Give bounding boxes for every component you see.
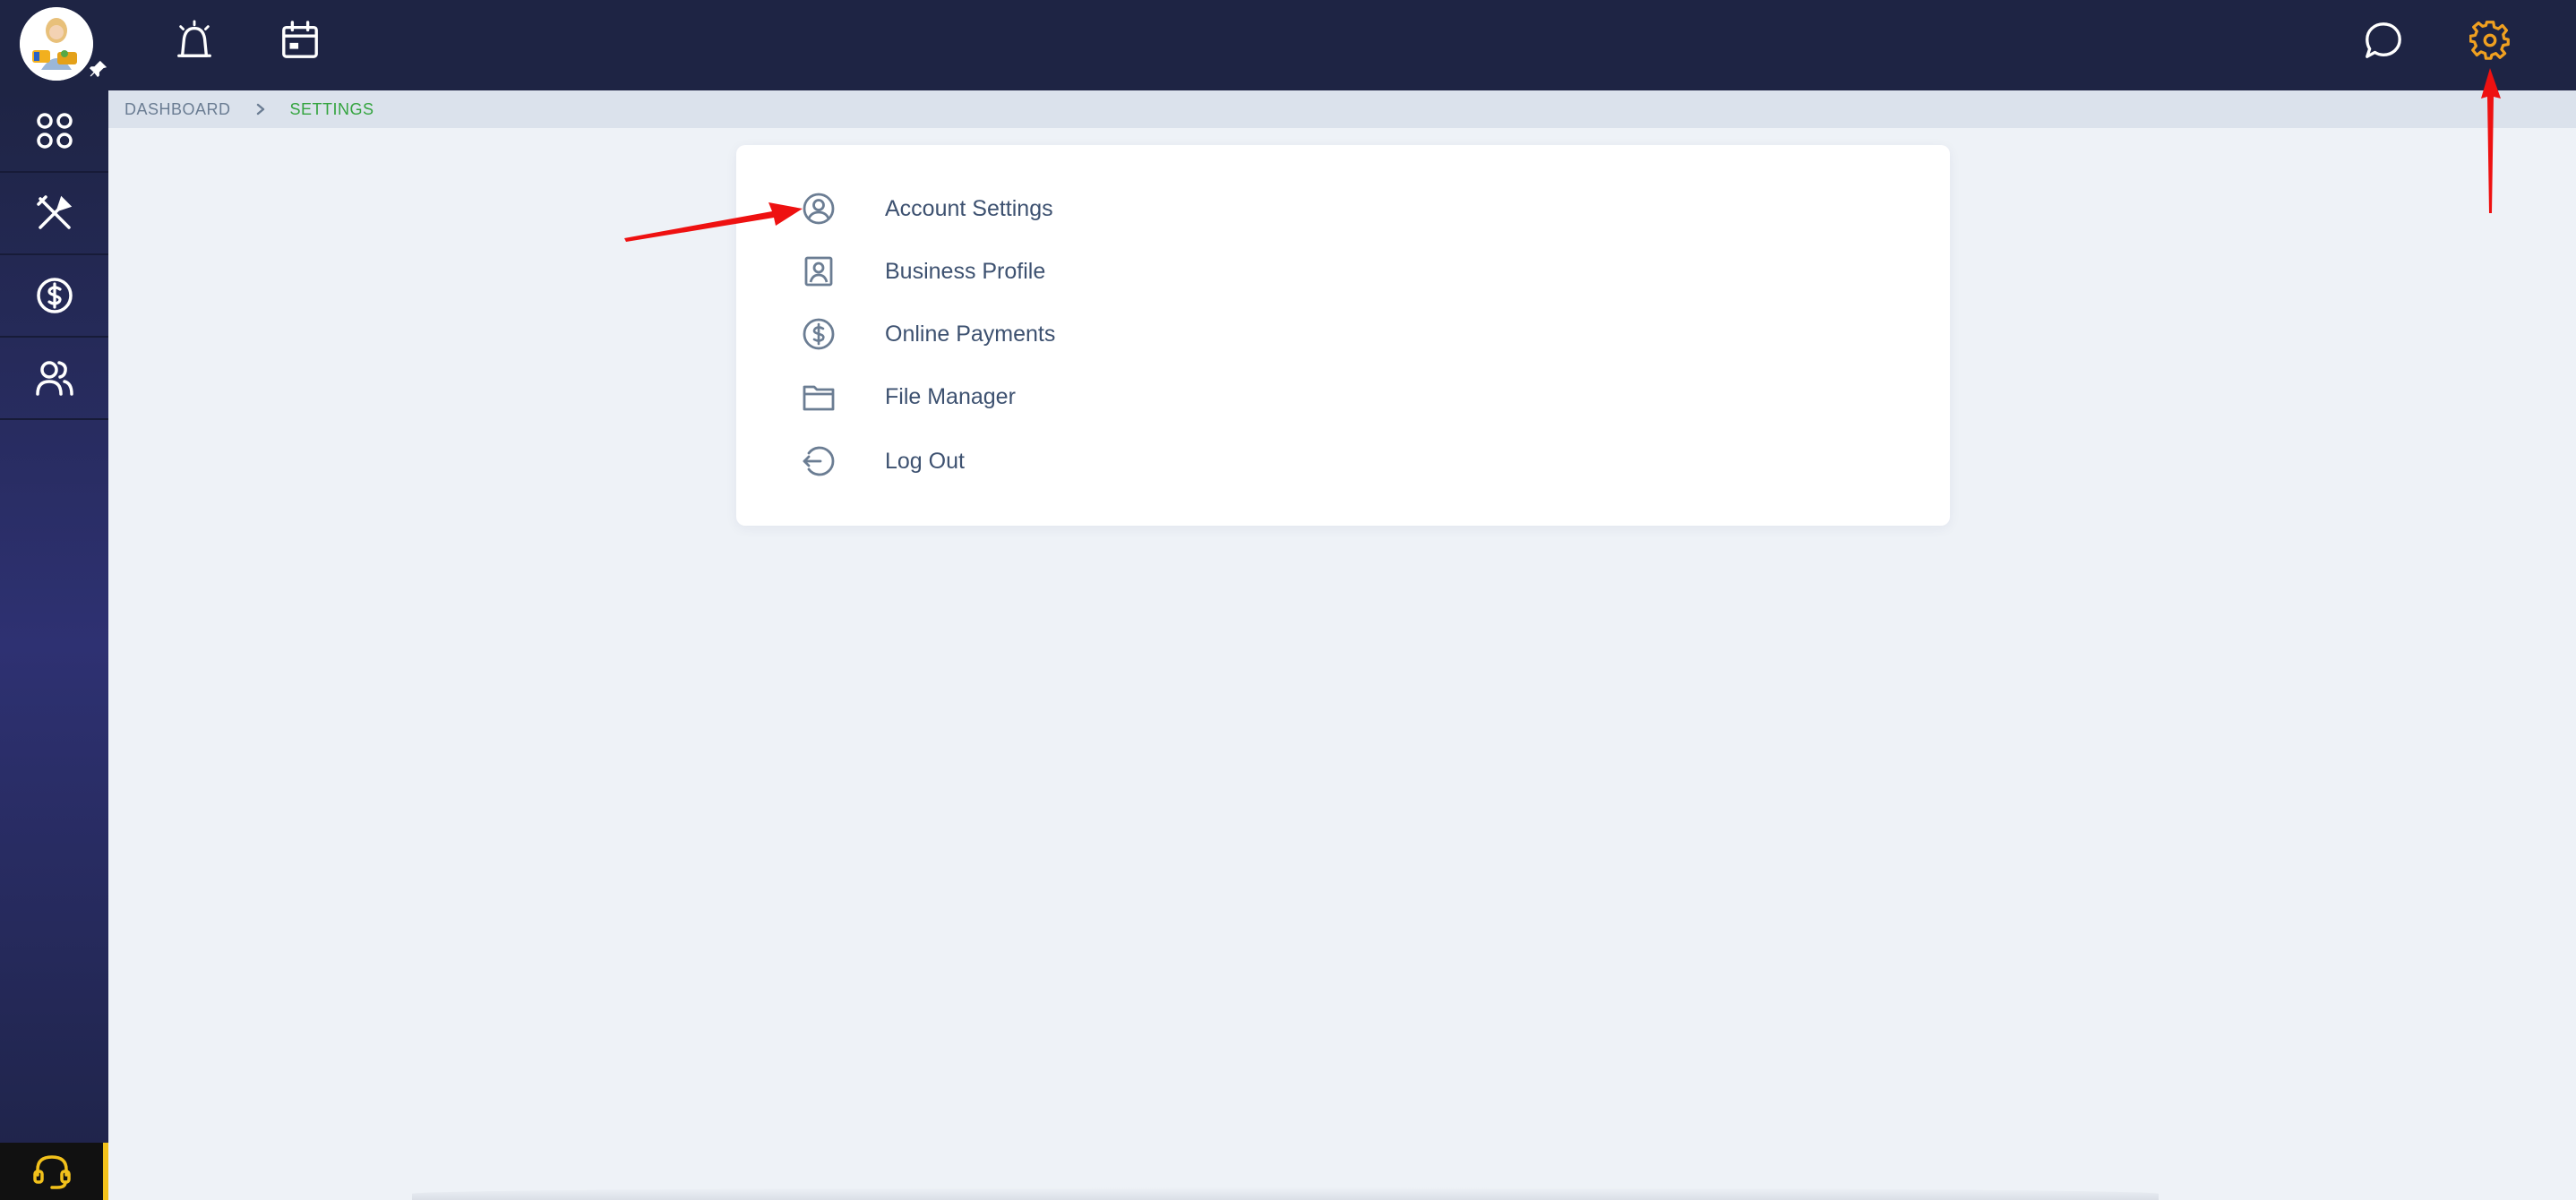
alarm-icon[interactable] — [174, 20, 215, 61]
users-icon — [35, 361, 73, 396]
top-bar — [0, 0, 2576, 90]
sidebar-item-dashboard[interactable] — [0, 90, 108, 173]
breadcrumb-dashboard-link[interactable]: DASHBOARD — [125, 100, 231, 119]
menu-item-account-settings[interactable]: Account Settings — [799, 184, 1053, 234]
settings-menu-card: Account Settings Business Profile Online… — [736, 145, 1950, 526]
apps-grid-icon — [36, 113, 73, 149]
menu-item-label: Log Out — [885, 448, 965, 474]
menu-item-file-manager[interactable]: File Manager — [799, 372, 1016, 422]
menu-item-label: Business Profile — [885, 258, 1046, 284]
pin-icon[interactable] — [89, 59, 108, 79]
calendar-icon[interactable] — [279, 20, 321, 61]
menu-item-log-out[interactable]: Log Out — [799, 436, 965, 486]
support-button[interactable] — [0, 1143, 108, 1200]
gear-icon[interactable] — [2469, 20, 2511, 61]
dollar-circle-icon — [36, 278, 73, 313]
headset-icon — [32, 1155, 71, 1189]
sidebar-item-payments[interactable] — [0, 255, 108, 338]
id-card-icon — [804, 256, 833, 287]
menu-item-online-payments[interactable]: Online Payments — [799, 309, 1055, 359]
user-circle-icon — [803, 193, 835, 225]
chevron-right-icon — [256, 103, 264, 116]
menu-item-label: Online Payments — [885, 321, 1056, 347]
menu-item-label: File Manager — [885, 383, 1016, 409]
bottom-panel-shadow — [412, 1187, 2159, 1200]
dollar-circle-icon — [803, 318, 835, 350]
logout-icon — [803, 446, 835, 476]
sidebar — [0, 90, 108, 1200]
tools-icon — [36, 195, 72, 229]
sidebar-item-tools[interactable] — [0, 173, 108, 255]
breadcrumb: DASHBOARD SETTINGS — [108, 90, 2576, 128]
menu-item-business-profile[interactable]: Business Profile — [799, 246, 1045, 296]
chat-icon[interactable] — [2363, 20, 2404, 61]
sidebar-item-users[interactable] — [0, 338, 108, 420]
breadcrumb-current: SETTINGS — [289, 99, 374, 118]
avatar[interactable] — [20, 7, 93, 81]
menu-item-label: Account Settings — [885, 195, 1053, 221]
folder-icon — [803, 385, 835, 411]
